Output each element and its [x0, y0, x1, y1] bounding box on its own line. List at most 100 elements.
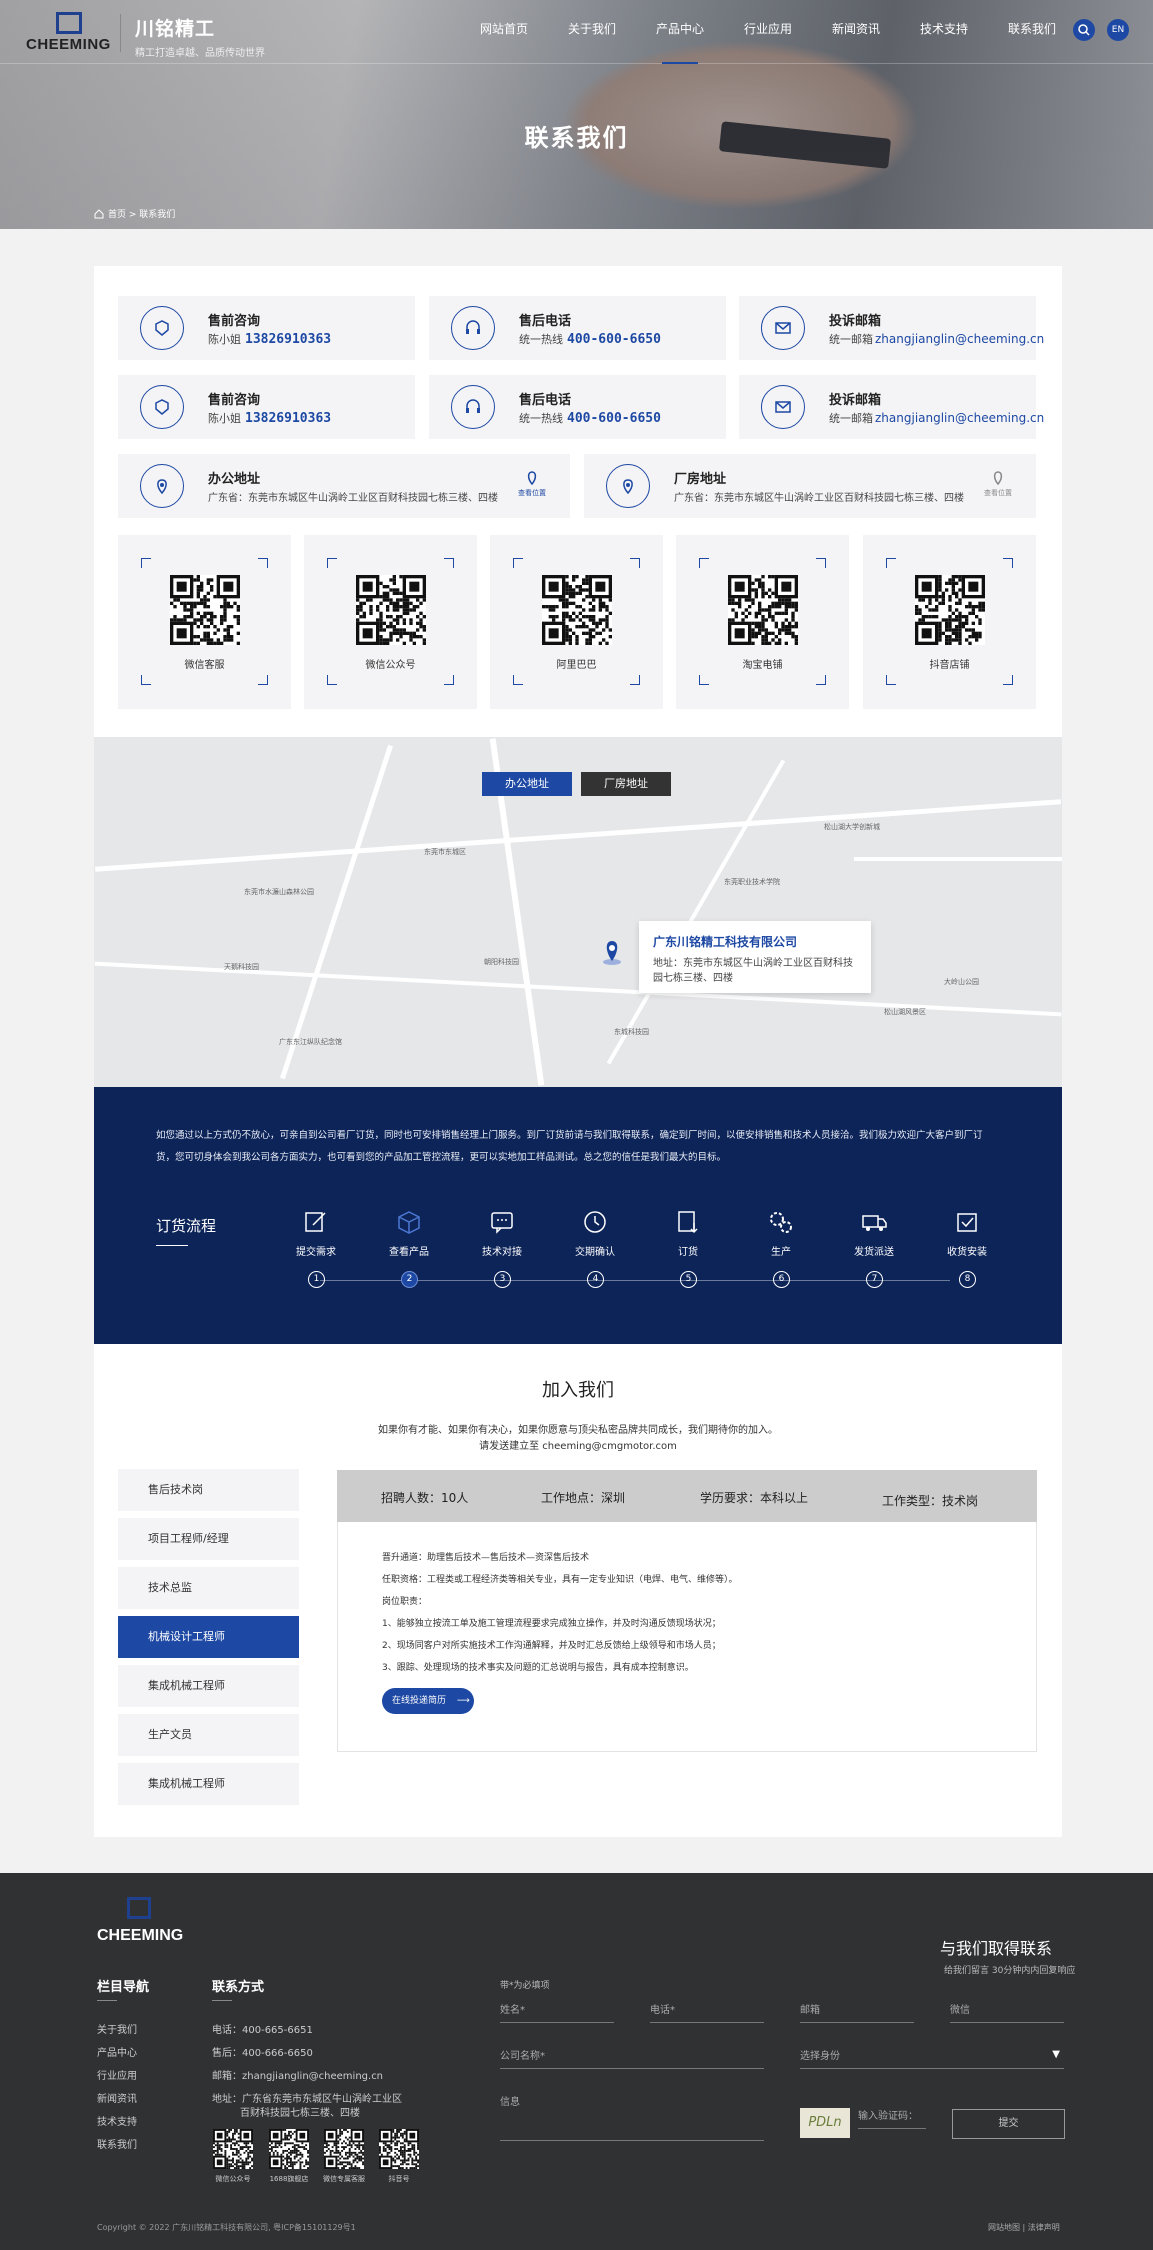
location-icon — [606, 464, 650, 508]
map-label: 东莞职业技术学院 — [724, 878, 780, 886]
contact-form-title: 与我们取得联系 — [940, 1939, 1053, 1958]
job-summary: 招聘人数：10人 工作地点：深圳 学历要求：本科以上 工作类型：技术岗 — [337, 1470, 1037, 1522]
captcha-image[interactable]: PDLn — [800, 2108, 850, 2138]
job-location: 工作地点：深圳 — [541, 1491, 626, 1505]
office-address: 办公地址 广东省：东莞市东城区牛山涡岭工业区百财科技园七栋三楼、四楼 查看位置 — [118, 454, 570, 518]
map-label: 东莞市水濂山森林公园 — [244, 888, 314, 896]
contact-complaint: 投诉邮箱 统一邮箱 zhangjianglin@cheeming.cn — [739, 296, 1044, 360]
footer-nav-link[interactable]: 产品中心 — [97, 2044, 137, 2059]
step-tech[interactable]: 技术对接 3 — [457, 1205, 547, 1288]
email-field[interactable]: 邮箱 — [800, 2001, 914, 2023]
apply-resume-button[interactable]: 在线投递简历 ⟶ — [382, 1688, 474, 1714]
order-title: 订货流程 — [156, 1217, 217, 1246]
brand-slogan: 精工打造卓越、品质传动世界 — [135, 48, 265, 59]
nav-news[interactable]: 新闻资讯 — [812, 0, 900, 64]
job-tab[interactable]: 项目工程师/经理 — [118, 1518, 299, 1560]
map-marker-icon[interactable] — [602, 937, 622, 965]
message-field[interactable]: 信息 — [500, 2093, 764, 2141]
footer-nav-link[interactable]: 技术支持 — [97, 2113, 137, 2128]
order-process: 如您通过以上方式仍不放心，可亲自到公司看厂订货，同时也可安排销售经理上门服务。到… — [94, 1087, 1062, 1344]
nav-industry[interactable]: 行业应用 — [724, 0, 812, 64]
tab-office-address[interactable]: 办公地址 — [482, 772, 572, 796]
contact-presales-2: 售前咨询 陈小姐 13826910363 — [118, 375, 415, 439]
copyright: Copyright © 2022 广东川铭精工科技有限公司, 粤ICP备1510… — [97, 2223, 356, 2232]
qr-code-image — [915, 575, 985, 645]
view-location-button[interactable]: 查看位置 — [518, 470, 546, 498]
footer-qr: 抖音号 — [378, 2129, 420, 2184]
contact-presales: 售前咨询 陈小姐 13826910363 — [118, 296, 415, 360]
headset-icon — [451, 306, 495, 350]
identity-select[interactable]: 选择身份 ▼ — [800, 2047, 1064, 2069]
job-tab[interactable]: 集成机械工程师 — [118, 1665, 299, 1707]
join-description: 如果你有才能、如果你有决心，如果你愿意与顶尖私密品牌共同成长，我们期待你的加入。… — [378, 1425, 778, 1452]
language-button[interactable]: EN — [1107, 19, 1129, 41]
qr-code-image — [324, 2129, 364, 2169]
footer-email: 邮箱：zhangjianglin@cheeming.cn — [212, 2071, 384, 2082]
complaint-email[interactable]: zhangjianglin@cheeming.cn — [875, 332, 1044, 346]
logo-mark-icon — [56, 12, 82, 34]
qr-taobao: 淘宝电铺 — [676, 535, 849, 709]
job-tab[interactable]: 集成机械工程师 — [118, 1763, 299, 1805]
step-receive[interactable]: 收货安装 8 — [922, 1205, 1012, 1288]
qr-code-image — [170, 575, 240, 645]
qr-label: 抖音店铺 — [929, 660, 970, 671]
wechat-field[interactable]: 微信 — [950, 2001, 1064, 2023]
company-field[interactable]: 公司名称* — [500, 2047, 764, 2069]
step-order[interactable]: 订货 5 — [643, 1205, 733, 1288]
page-title: 联系我们 — [524, 124, 629, 152]
chat-icon — [457, 1205, 547, 1239]
presales-phone[interactable]: 13826910363 — [245, 411, 331, 426]
main-nav: 网站首页 关于我们 产品中心 行业应用 新闻资讯 技术支持 联系我们 — [460, 0, 1076, 64]
mail-icon — [761, 385, 805, 429]
logo[interactable]: CHEEMING — [26, 12, 116, 54]
footer-qr: 微信专属客服 — [323, 2129, 365, 2184]
footer-nav-link[interactable]: 行业应用 — [97, 2067, 137, 2082]
step-shipping[interactable]: 发货派送 7 — [829, 1205, 919, 1288]
step-delivery-confirm[interactable]: 交期确认 4 — [550, 1205, 640, 1288]
view-location-button[interactable]: 查看位置 — [984, 470, 1012, 498]
footer-nav-link[interactable]: 联系我们 — [97, 2136, 137, 2151]
map-company-address: 东莞市东城区牛山涡岭工业区百财科技园七栋三楼、四楼 — [653, 958, 853, 984]
nav-support[interactable]: 技术支持 — [900, 0, 988, 64]
map-label: 大岭山公园 — [944, 978, 979, 986]
qr-label: 阿里巴巴 — [556, 660, 597, 671]
search-icon[interactable] — [1073, 19, 1095, 41]
job-tab-active[interactable]: 机械设计工程师 — [118, 1616, 299, 1658]
aftersales-phone[interactable]: 400-600-6650 — [567, 332, 661, 347]
footer-nav-link[interactable]: 新闻资讯 — [97, 2090, 137, 2105]
step-production[interactable]: 生产 6 — [736, 1205, 826, 1288]
nav-contact[interactable]: 联系我们 — [988, 0, 1076, 64]
footer-nav-title: 栏目导航 — [97, 1976, 149, 2001]
job-tab[interactable]: 生产文员 — [118, 1714, 299, 1756]
nav-about[interactable]: 关于我们 — [548, 0, 636, 64]
nav-home[interactable]: 网站首页 — [460, 0, 548, 64]
step-submit[interactable]: 提交需求 1 — [271, 1205, 361, 1288]
map-label: 松山湖大学创新城 — [824, 823, 880, 831]
aftersales-phone[interactable]: 400-600-6650 — [567, 411, 661, 426]
presales-phone[interactable]: 13826910363 — [245, 332, 331, 347]
qr-label: 淘宝电铺 — [742, 660, 783, 671]
map[interactable]: 办公地址 厂房地址 东莞市东城区 东莞职业技术学院 广东东江纵队纪念馆 大岭山公… — [94, 737, 1062, 1087]
map-label: 松山湖风景区 — [884, 1008, 926, 1016]
job-tab[interactable]: 技术总监 — [118, 1567, 299, 1609]
submit-button[interactable]: 提交 — [952, 2109, 1065, 2139]
footer-nav-link[interactable]: 关于我们 — [97, 2021, 137, 2036]
footer-phone: 电话：400-665-6651 — [212, 2025, 313, 2036]
contact-aftersales: 售后电话 统一热线 400-600-6650 — [429, 296, 726, 360]
footer-links[interactable]: 网站地图 | 法律声明 — [988, 2222, 1060, 2233]
complaint-email[interactable]: zhangjianglin@cheeming.cn — [875, 411, 1044, 425]
qr-code-image — [356, 575, 426, 645]
phone-field[interactable]: 电话* — [650, 2001, 764, 2023]
nav-products[interactable]: 产品中心 — [636, 0, 724, 64]
qr-code-image — [269, 2129, 309, 2169]
name-field[interactable]: 姓名* — [500, 2001, 614, 2023]
step-view-products[interactable]: 查看产品 2 — [364, 1205, 454, 1288]
tab-factory-address[interactable]: 厂房地址 — [581, 772, 671, 796]
footer-contact-title: 联系方式 — [212, 1976, 264, 2001]
qr-douyin: 抖音店铺 — [863, 535, 1036, 709]
breadcrumb-text[interactable]: 首页 > 联系我们 — [108, 207, 175, 220]
job-education: 学历要求：本科以上 — [700, 1491, 809, 1505]
map-label: 东城科技园 — [614, 1028, 649, 1036]
captcha-input[interactable]: 输入验证码： — [858, 2107, 926, 2129]
job-tab[interactable]: 售后技术岗 — [118, 1469, 299, 1511]
